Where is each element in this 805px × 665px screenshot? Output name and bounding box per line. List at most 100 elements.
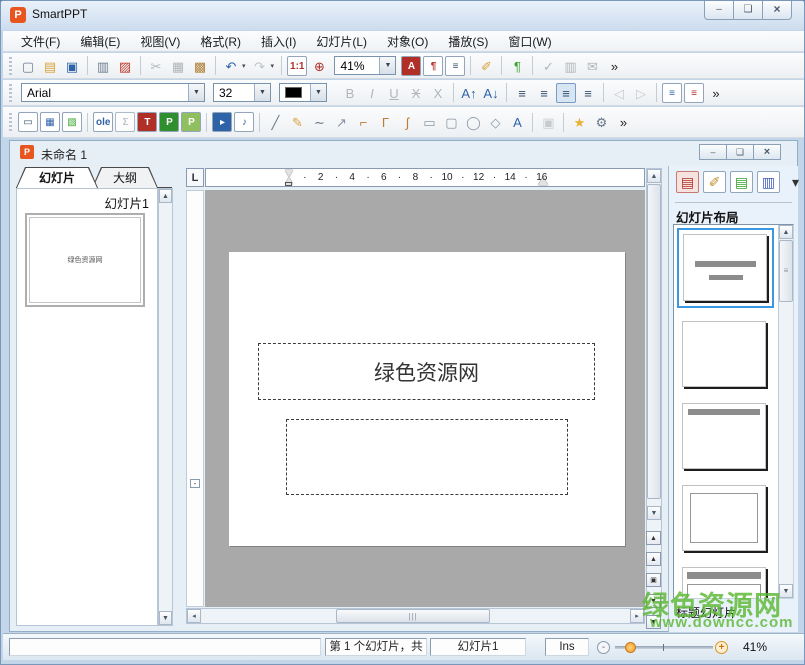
tab-outline[interactable]: 大纲 <box>92 167 158 188</box>
font-color-combo[interactable]: ▼ <box>279 83 327 102</box>
insert-table-icon[interactable]: ▦ <box>40 112 60 132</box>
menu-file[interactable]: 文件(F) <box>11 31 70 52</box>
color-scheme-pane-icon[interactable]: ▤ <box>730 171 753 193</box>
bold-icon[interactable]: B <box>340 83 360 103</box>
canvas-scroll-down-icon[interactable]: ▼ <box>647 506 661 520</box>
save-icon[interactable]: ▣ <box>62 56 82 76</box>
layout-scroll-thumb[interactable]: ≡ <box>779 240 793 302</box>
close-button[interactable]: × <box>762 1 792 20</box>
align-left-icon[interactable]: ≡ <box>512 83 532 103</box>
subtitle-placeholder[interactable] <box>286 419 568 495</box>
redo-caret-icon[interactable]: ▾ <box>271 62 275 70</box>
spellcheck-icon[interactable]: ✓ <box>538 56 558 76</box>
layout-scroll-down-icon[interactable]: ▼ <box>779 584 793 598</box>
send-mail-icon[interactable]: ✉ <box>582 56 602 76</box>
canvas-scroll-up-icon[interactable]: ▲ <box>647 169 661 183</box>
font-name-combo[interactable]: Arial ▼ <box>21 83 205 102</box>
insert-formula-icon[interactable]: Σ <box>115 112 135 132</box>
canvas-horizontal-scroll-thumb[interactable]: ||| <box>336 609 490 623</box>
toolbar2-overflow-icon[interactable]: » <box>706 83 726 103</box>
font-size-combo[interactable]: 32 ▼ <box>213 83 271 102</box>
open-folder-icon[interactable]: ▤ <box>40 56 60 76</box>
insert-placeholder-title-icon[interactable]: P <box>159 112 179 132</box>
numbered-list-icon[interactable]: ≡ <box>684 83 704 103</box>
menu-play[interactable]: 播放(S) <box>438 31 498 52</box>
italic-icon[interactable]: I <box>362 83 382 103</box>
zoom-tool-icon[interactable]: ⊕ <box>309 56 329 76</box>
layout-thumb-title-only[interactable] <box>682 403 766 469</box>
design-pane-icon[interactable]: ✐ <box>703 171 726 193</box>
minimize-button[interactable]: – <box>704 1 734 20</box>
draw-curve-icon[interactable]: ∼ <box>309 112 329 132</box>
document-maximize-button[interactable]: ❏ <box>726 144 754 160</box>
export-pdf-icon[interactable]: ▨ <box>115 56 135 76</box>
draw-rounded-rectangle-icon[interactable]: ▢ <box>441 112 461 132</box>
menu-view[interactable]: 视图(V) <box>130 31 190 52</box>
last-slide-icon[interactable]: ▼ <box>646 615 661 629</box>
pane-menu-icon[interactable]: ▾ <box>784 171 805 193</box>
indent-marker-square-icon[interactable] <box>285 182 292 186</box>
increase-indent-icon[interactable]: ▷ <box>631 83 651 103</box>
undo-icon[interactable]: ↶ <box>221 56 241 76</box>
next-slide-icon[interactable]: ▼ <box>646 594 661 608</box>
insert-ole-object-icon[interactable]: ole <box>93 112 113 132</box>
copy-icon[interactable]: ▦ <box>168 56 188 76</box>
actual-size-icon[interactable]: 1:1 <box>287 56 307 76</box>
word-art-icon[interactable]: A <box>507 112 527 132</box>
zoom-combo[interactable]: 41% ▼ <box>334 56 396 75</box>
draw-rectangle-icon[interactable]: ▭ <box>419 112 439 132</box>
insert-audio-icon[interactable]: ♪ <box>234 112 254 132</box>
zoom-combo-caret-icon[interactable]: ▼ <box>379 57 395 74</box>
menu-edit[interactable]: 编辑(E) <box>70 31 130 52</box>
menu-slide[interactable]: 幻灯片(L) <box>306 31 377 52</box>
layout-pane-icon[interactable]: ▤ <box>676 171 699 193</box>
insert-image-icon[interactable]: ▧ <box>62 112 82 132</box>
paste-icon[interactable]: ▩ <box>190 56 210 76</box>
toolbar-grip[interactable] <box>9 84 12 102</box>
layout-listbox-scrollbar[interactable]: ▲ ≡ ▼ <box>778 225 793 598</box>
increase-font-icon[interactable]: A↑ <box>459 83 479 103</box>
scroll-down-icon[interactable]: ▼ <box>159 611 172 625</box>
undo-caret-icon[interactable]: ▾ <box>242 62 246 70</box>
draw-ellipse-icon[interactable]: ◯ <box>463 112 483 132</box>
slide-navigator-icon[interactable]: ▣ <box>646 573 661 587</box>
insert-text-art-icon[interactable]: T <box>137 112 157 132</box>
canvas-scroll-left-icon[interactable]: ◂ <box>187 609 201 623</box>
font-size-caret-icon[interactable]: ▼ <box>254 84 270 101</box>
connector-straight-icon[interactable]: ⌐ <box>353 112 373 132</box>
document-minimize-button[interactable]: – <box>699 144 727 160</box>
zoom-in-icon[interactable]: + <box>715 641 728 654</box>
print-icon[interactable]: ▥ <box>93 56 113 76</box>
maximize-button[interactable]: ❏ <box>733 1 763 20</box>
previous-slide-icon[interactable]: ▲ <box>646 552 661 566</box>
canvas-horizontal-scrollbar[interactable]: ◂ ||| ▸ <box>186 608 645 624</box>
zoom-slider-knob[interactable] <box>625 642 636 653</box>
toolbar3-overflow-icon[interactable]: » <box>613 112 633 132</box>
toolbar1-overflow-icon[interactable]: » <box>604 56 624 76</box>
tab-slides[interactable]: 幻灯片 <box>16 167 98 188</box>
document-close-button[interactable]: × <box>753 144 781 160</box>
new-file-icon[interactable]: ▢ <box>18 56 38 76</box>
font-name-caret-icon[interactable]: ▼ <box>188 84 204 101</box>
insert-placeholder-content-icon[interactable]: P <box>181 112 201 132</box>
layout-scroll-up-icon[interactable]: ▲ <box>779 225 793 239</box>
insert-video-icon[interactable]: ▸ <box>212 112 232 132</box>
numbering-settings-icon[interactable]: ≡ <box>445 56 465 76</box>
ruler-corner-button[interactable]: L <box>186 168 204 187</box>
bullet-list-icon[interactable]: ≡ <box>662 83 682 103</box>
insert-text-frame-icon[interactable]: ▭ <box>18 112 38 132</box>
font-color-icon[interactable]: A <box>401 56 421 76</box>
font-color-caret-icon[interactable]: ▼ <box>310 84 326 101</box>
effects-star-icon[interactable]: ★ <box>569 112 589 132</box>
slide[interactable]: 绿色资源网 <box>229 252 625 546</box>
layout-thumb-title-content[interactable] <box>682 567 766 599</box>
toolbar-grip[interactable] <box>9 113 12 131</box>
layout-thumb-title-slide[interactable] <box>677 228 774 308</box>
draw-freehand-icon[interactable]: ✎ <box>287 112 307 132</box>
vertical-ruler-marker[interactable]: - <box>190 479 200 488</box>
connector-curve-icon[interactable]: ∫ <box>397 112 417 132</box>
scroll-up-icon[interactable]: ▲ <box>159 189 172 203</box>
decrease-indent-icon[interactable]: ◁ <box>609 83 629 103</box>
connector-elbow-icon[interactable]: Γ <box>375 112 395 132</box>
first-slide-icon[interactable]: ▲ <box>646 531 661 545</box>
